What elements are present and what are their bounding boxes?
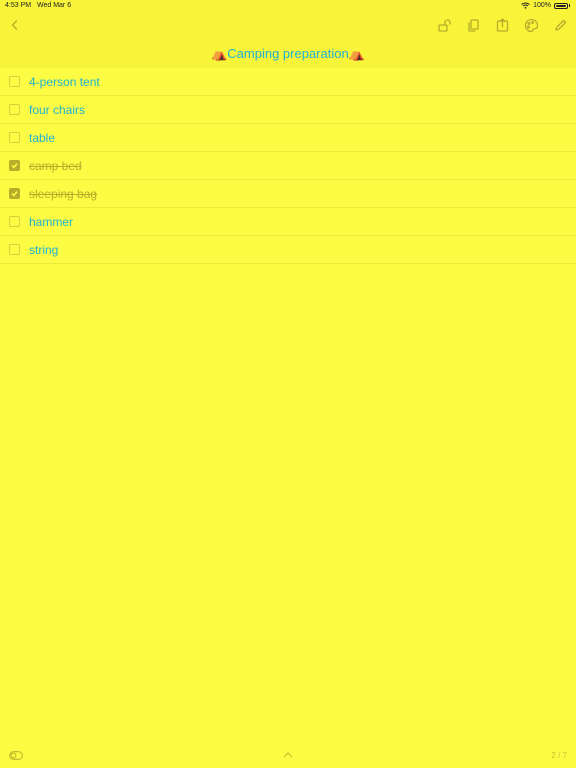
navigation-bar: ⛺Camping preparation⛺: [0, 12, 576, 68]
chevron-up-icon[interactable]: [282, 751, 294, 759]
list-item: string: [0, 236, 576, 264]
list-item: 4-person tent: [0, 68, 576, 96]
checkbox-checked[interactable]: [9, 160, 20, 171]
toolbar: [437, 18, 568, 33]
pencil-icon[interactable]: [553, 18, 568, 33]
list-item: camp bed: [0, 152, 576, 180]
list-item: four chairs: [0, 96, 576, 124]
checkbox[interactable]: [9, 216, 20, 227]
toggle-icon[interactable]: [9, 751, 23, 760]
chevron-left-icon[interactable]: [8, 18, 22, 32]
item-label[interactable]: sleeping bag: [29, 187, 97, 201]
status-date: Wed Mar 6: [37, 2, 72, 9]
item-label[interactable]: table: [29, 131, 55, 145]
item-label[interactable]: camp bed: [29, 159, 82, 173]
bottom-bar: 2 / 7: [0, 746, 576, 768]
status-bar: 4:53 PM Wed Mar 6 100%: [0, 0, 576, 12]
battery-nub: [569, 4, 570, 7]
item-label[interactable]: hammer: [29, 215, 73, 229]
checkbox[interactable]: [9, 104, 20, 115]
checklist: 4-person tent four chairs table camp bed…: [0, 68, 576, 264]
item-label[interactable]: four chairs: [29, 103, 85, 117]
page-count: 2 / 7: [551, 751, 567, 760]
battery-icon: [554, 2, 568, 9]
checkmark-icon: [11, 191, 18, 197]
checkbox-checked[interactable]: [9, 188, 20, 199]
wifi-icon: [521, 2, 530, 9]
status-right: 100%: [521, 2, 570, 9]
checkmark-icon: [11, 163, 18, 169]
item-label[interactable]: 4-person tent: [29, 75, 100, 89]
list-item: sleeping bag: [0, 180, 576, 208]
checkbox[interactable]: [9, 132, 20, 143]
palette-icon[interactable]: [524, 18, 539, 33]
share-icon[interactable]: [495, 18, 510, 33]
checkbox[interactable]: [9, 244, 20, 255]
unlock-icon[interactable]: [437, 18, 452, 33]
note-title[interactable]: ⛺Camping preparation⛺: [0, 46, 576, 62]
item-label[interactable]: string: [29, 243, 58, 257]
duplicate-icon[interactable]: [466, 18, 481, 33]
checkbox[interactable]: [9, 76, 20, 87]
battery-percent: 100%: [533, 2, 551, 9]
status-time: 4:53 PM: [5, 2, 32, 9]
list-item: hammer: [0, 208, 576, 236]
list-item: table: [0, 124, 576, 152]
